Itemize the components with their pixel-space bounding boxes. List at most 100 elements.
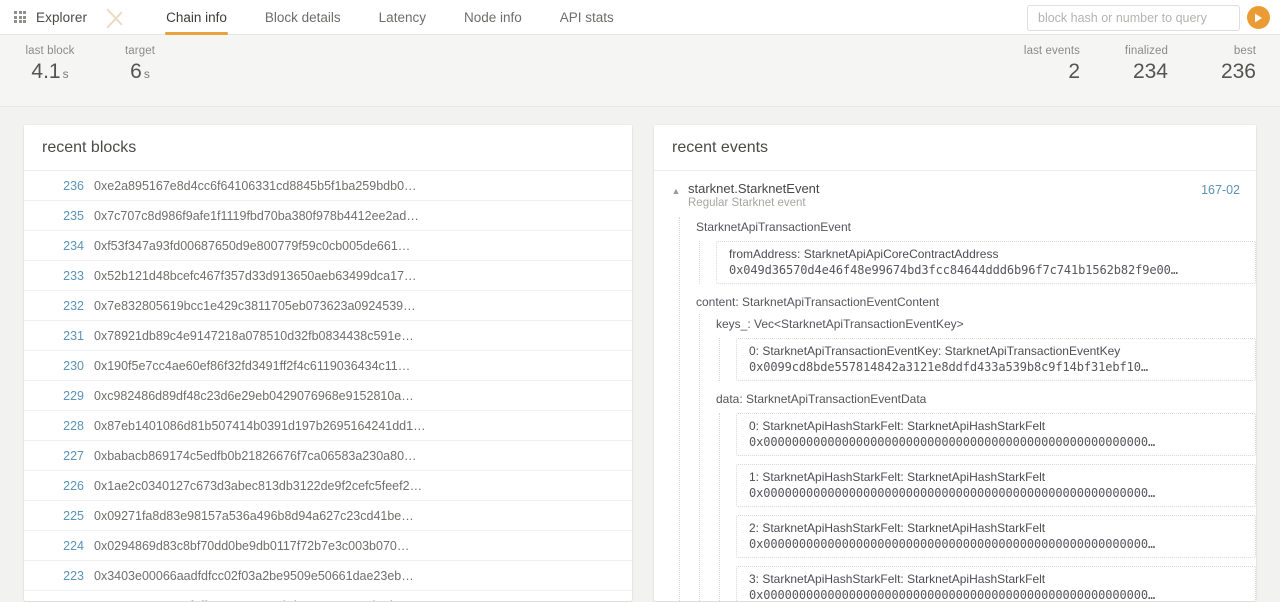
block-row[interactable]: 233 0x52b121d48bcefc467f357d33d913650aeb6…: [24, 261, 632, 291]
stat-target-number: 6: [130, 60, 142, 83]
stat-finalized-label: finalized: [1124, 45, 1168, 57]
block-number[interactable]: 222: [42, 599, 94, 602]
block-row[interactable]: 232 0x7e832805619bcc1e429c3811705eb073623…: [24, 291, 632, 321]
block-number[interactable]: 227: [42, 449, 94, 463]
block-row[interactable]: 225 0x09271fa8d83e98157a536a496b8d94a627c…: [24, 501, 632, 531]
event-data-item[interactable]: 3: StarknetApiHashStarkFelt: StarknetApi…: [736, 566, 1256, 601]
event-key-item-value: 0x0099cd8bde557814842a3121e8ddfd433a539b…: [749, 360, 1148, 374]
event-root-label: StarknetApiTransactionEvent: [696, 220, 851, 234]
block-row[interactable]: 227 0xbabacb869174c5edfb0b21826676f7ca065…: [24, 441, 632, 471]
block-number[interactable]: 233: [42, 269, 94, 283]
event-node-content: keys_: Vec<StarknetApiTransactionEventKe…: [696, 314, 1256, 601]
event-key-item[interactable]: 0: StarknetApiTransactionEventKey: Stark…: [736, 338, 1256, 381]
block-number[interactable]: 226: [42, 479, 94, 493]
tab-node-info[interactable]: Node info: [445, 0, 541, 35]
tab-latency[interactable]: Latency: [360, 0, 445, 35]
search-submit-button[interactable]: [1247, 6, 1270, 29]
stat-target-unit: s: [143, 67, 150, 81]
event-data-item-value: 0x00000000000000000000000000000000000000…: [749, 486, 1156, 500]
stat-last-block-label: last block: [25, 45, 75, 57]
stat-last-block-value: 4.1 s: [24, 60, 76, 83]
field-from-address[interactable]: fromAddress: StarknetApiApiCoreContractA…: [716, 241, 1256, 284]
event-data-label: data: StarknetApiTransactionEventData: [716, 392, 927, 406]
event-keys-label: keys_: Vec<StarknetApiTransactionEventKe…: [716, 317, 964, 331]
stat-best-label: best: [1233, 45, 1256, 57]
block-number[interactable]: 232: [42, 299, 94, 313]
block-number[interactable]: 231: [42, 329, 94, 343]
main-tabs: Chain info Block details Latency Node in…: [147, 0, 633, 35]
block-number[interactable]: 223: [42, 569, 94, 583]
chain-stats-strip: last block 4.1 s target 6s last events 2 …: [0, 35, 1280, 107]
event-data-item-title: 2: StarknetApiHashStarkFelt: StarknetApi…: [749, 521, 1046, 535]
block-hash: 0x78921db89c4e9147218a078510d32fb0834438…: [94, 328, 414, 343]
block-row[interactable]: 2220xce9a85658761f7ff8378a9e37c6bd20c350…: [24, 591, 632, 602]
block-hash: 0xf53f347a93fd00687650d9e800779f59c0cb00…: [94, 238, 411, 253]
stat-best-value: 236: [1220, 60, 1256, 83]
block-row[interactable]: 236 0xe2a895167e8d4cc6f64106331cd8845b5f1…: [24, 171, 632, 201]
triangle-up-icon[interactable]: ▲: [670, 187, 682, 196]
block-row[interactable]: 226 0x1ae2c0340127c673d3abec813db3122de9f…: [24, 471, 632, 501]
block-number[interactable]: 229: [42, 389, 94, 403]
block-row[interactable]: 229 0xc982486d89df48c23d6e29eb0429076968e…: [24, 381, 632, 411]
stat-target: target 6s: [114, 45, 166, 83]
block-number[interactable]: 236: [42, 179, 94, 193]
block-row[interactable]: 223 0x3403e00066aadfdfcc02f03a2be9509e506…: [24, 561, 632, 591]
stat-finalized-value: 234: [1132, 60, 1168, 83]
event-node-fields: fromAddress: StarknetApiApiCoreContractA…: [696, 241, 1256, 284]
search-input[interactable]: [1027, 4, 1240, 31]
block-row[interactable]: 235 0x7c707c8d986f9afe1f1119fbd70ba380f97…: [24, 201, 632, 231]
stats-left-group: last block 4.1 s target 6s: [24, 45, 166, 83]
event-data-item-title: 1: StarknetApiHashStarkFelt: StarknetApi…: [749, 470, 1046, 484]
event-name: starknet.StarknetEvent: [688, 181, 820, 196]
stat-target-label: target: [124, 45, 155, 57]
event-data-item[interactable]: 2: StarknetApiHashStarkFelt: StarknetApi…: [736, 515, 1256, 558]
tab-block-details[interactable]: Block details: [246, 0, 360, 35]
event-key-item-title: 0: StarknetApiTransactionEventKey: Stark…: [749, 344, 1121, 358]
event-data-item-value: 0x00000000000000000000000000000000000000…: [749, 588, 1156, 601]
main-content: recent blocks 236 0xe2a895167e8d4cc6f6410…: [0, 107, 1280, 601]
tab-api-stats[interactable]: API stats: [541, 0, 633, 35]
recent-blocks-list[interactable]: 236 0xe2a895167e8d4cc6f64106331cd8845b5f1…: [24, 171, 632, 601]
block-hash: 0x87eb1401086d81b507414b0391d197b2695164…: [94, 418, 426, 433]
stat-best: best 236: [1204, 45, 1256, 83]
event-tree: StarknetApiTransactionEvent fromAddress:…: [676, 217, 1256, 601]
event-block-badge[interactable]: 167-02: [1201, 181, 1240, 197]
block-number[interactable]: 225: [42, 509, 94, 523]
event-data-list: 0: StarknetApiHashStarkFelt: StarknetApi…: [716, 413, 1256, 601]
tab-chain-info[interactable]: Chain info: [147, 0, 246, 35]
brand-home-link[interactable]: Explorer: [0, 0, 103, 35]
recent-events-body[interactable]: ▲ starknet.StarknetEvent Regular Starkne…: [654, 171, 1256, 601]
event-header-row[interactable]: ▲ starknet.StarknetEvent Regular Starkne…: [654, 181, 1256, 209]
stat-last-block-unit: s: [62, 67, 69, 81]
event-data-item-title: 3: StarknetApiHashStarkFelt: StarknetApi…: [749, 572, 1046, 586]
event-data-item-value: 0x00000000000000000000000000000000000000…: [749, 537, 1156, 551]
event-data-item[interactable]: 1: StarknetApiHashStarkFelt: StarknetApi…: [736, 464, 1256, 507]
top-navigation-bar: Explorer Chain info Block details Latenc…: [0, 0, 1280, 35]
block-number[interactable]: 234: [42, 239, 94, 253]
play-icon: [1255, 13, 1262, 22]
grid-apps-icon: [14, 11, 26, 23]
block-number[interactable]: 228: [42, 419, 94, 433]
stats-right-group: last events 2 finalized 234 best 236: [1024, 45, 1256, 83]
event-data-item[interactable]: 0: StarknetApiHashStarkFelt: StarknetApi…: [736, 413, 1256, 456]
block-row[interactable]: 224 0x0294869d83c8bf70dd0be9db0117f72b7e3…: [24, 531, 632, 561]
stat-last-events-label: last events: [1023, 45, 1080, 57]
event-tree-scroll: ▲ starknet.StarknetEvent Regular Starkne…: [654, 171, 1256, 601]
block-row[interactable]: 228 0x87eb1401086d81b507414b0391d197b2695…: [24, 411, 632, 441]
block-hash: 0xe2a895167e8d4cc6f64106331cd8845b5f1ba2…: [94, 178, 417, 193]
block-number[interactable]: 230: [42, 359, 94, 373]
block-row[interactable]: 230 0x190f5e7cc4ae60ef86f32fd3491ff2f4c61…: [24, 351, 632, 381]
event-data-item-title: 0: StarknetApiHashStarkFelt: StarknetApi…: [749, 419, 1046, 433]
event-content-label: content: StarknetApiTransactionEventCont…: [696, 295, 940, 309]
block-number[interactable]: 224: [42, 539, 94, 553]
recent-events-panel: recent events ▲ starknet.StarknetEvent R…: [654, 125, 1256, 601]
from-address-value: 0x049d36570d4e46f48e99674bd3fcc84644ddd6…: [729, 263, 1178, 277]
recent-events-title: recent events: [654, 125, 1256, 171]
stat-finalized: finalized 234: [1116, 45, 1168, 83]
block-hash: 0x190f5e7cc4ae60ef86f32fd3491ff2f4c61190…: [94, 358, 411, 373]
stat-last-block: last block 4.1 s: [24, 45, 76, 83]
block-number[interactable]: 235: [42, 209, 94, 223]
block-row[interactable]: 231 0x78921db89c4e9147218a078510d32fb0834…: [24, 321, 632, 351]
stat-target-value: 6s: [114, 60, 166, 83]
block-row[interactable]: 234 0xf53f347a93fd00687650d9e800779f59c0c…: [24, 231, 632, 261]
